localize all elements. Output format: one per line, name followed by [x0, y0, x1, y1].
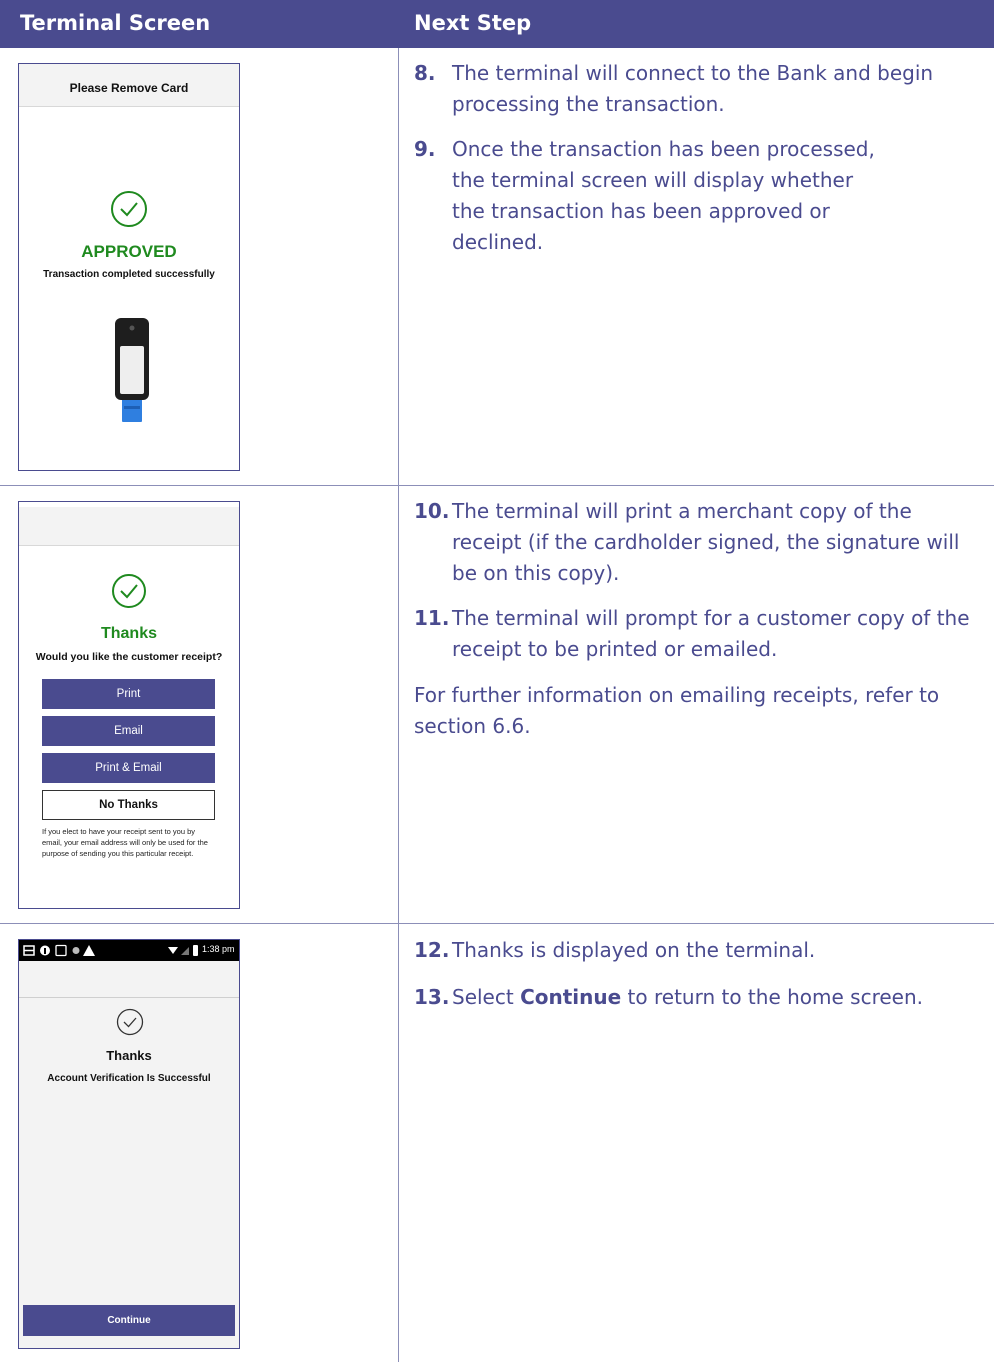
check-circle-icon	[111, 191, 147, 227]
no-thanks-button[interactable]: No Thanks	[42, 790, 215, 820]
terminal-card-illustration	[115, 318, 149, 422]
continue-button[interactable]: Continue	[23, 1305, 235, 1336]
transaction-message: Transaction completed successfully	[43, 269, 215, 280]
notification-icons	[23, 944, 95, 957]
emailing-note: For further information on emailing rece…	[414, 683, 940, 738]
android-status-bar: 1:38 pm	[19, 940, 239, 961]
thanks-title: Thanks	[100, 625, 157, 642]
header-terminal-screen: Terminal Screen	[20, 11, 211, 35]
terminal-screen-approved: Please Remove Card APPROVED Transaction …	[18, 63, 240, 471]
approved-status: APPROVED	[81, 242, 177, 261]
header-next-step: Next Step	[414, 11, 532, 35]
receipt-question: Would you like the customer receipt?	[35, 651, 223, 663]
terminal-screen-thanks: 1:38 pm Thanks Account Verification Is S…	[18, 939, 240, 1349]
terminal-screen-receipt: Thanks Would you like the customer recei…	[18, 501, 240, 909]
status-icons	[168, 945, 198, 956]
check-circle-icon	[112, 574, 146, 608]
thanks-title: Thanks	[106, 1048, 152, 1063]
print-and-email-button[interactable]: Print & Email	[42, 753, 215, 783]
verification-message: Account Verification Is Successful	[47, 1073, 211, 1084]
screen-divider	[19, 997, 239, 998]
check-circle-icon	[116, 1008, 144, 1036]
screen-title-bar: Please Remove Card	[19, 64, 239, 107]
print-button[interactable]: Print	[42, 679, 215, 709]
screen-title-bar	[19, 507, 239, 546]
row-divider	[0, 923, 994, 924]
step-8: 8. The terminal will connect to the Bank…	[414, 61, 934, 116]
row-divider	[0, 485, 994, 486]
status-time: 1:38 pm	[202, 944, 235, 954]
step-12: 12. Thanks is displayed on the terminal.	[414, 938, 816, 962]
step-11: 11. The terminal will prompt for a custo…	[414, 606, 970, 661]
step-9: 9. Once the transaction has been process…	[414, 137, 875, 254]
step-10: 10. The terminal will print a merchant c…	[414, 499, 960, 585]
email-button[interactable]: Email	[42, 716, 215, 746]
email-disclaimer: If you elect to have your receipt sent t…	[42, 827, 208, 858]
step-13: 13. Select Continue to return to the hom…	[414, 985, 924, 1009]
column-divider	[398, 48, 399, 1362]
screen-title: Please Remove Card	[69, 81, 189, 95]
